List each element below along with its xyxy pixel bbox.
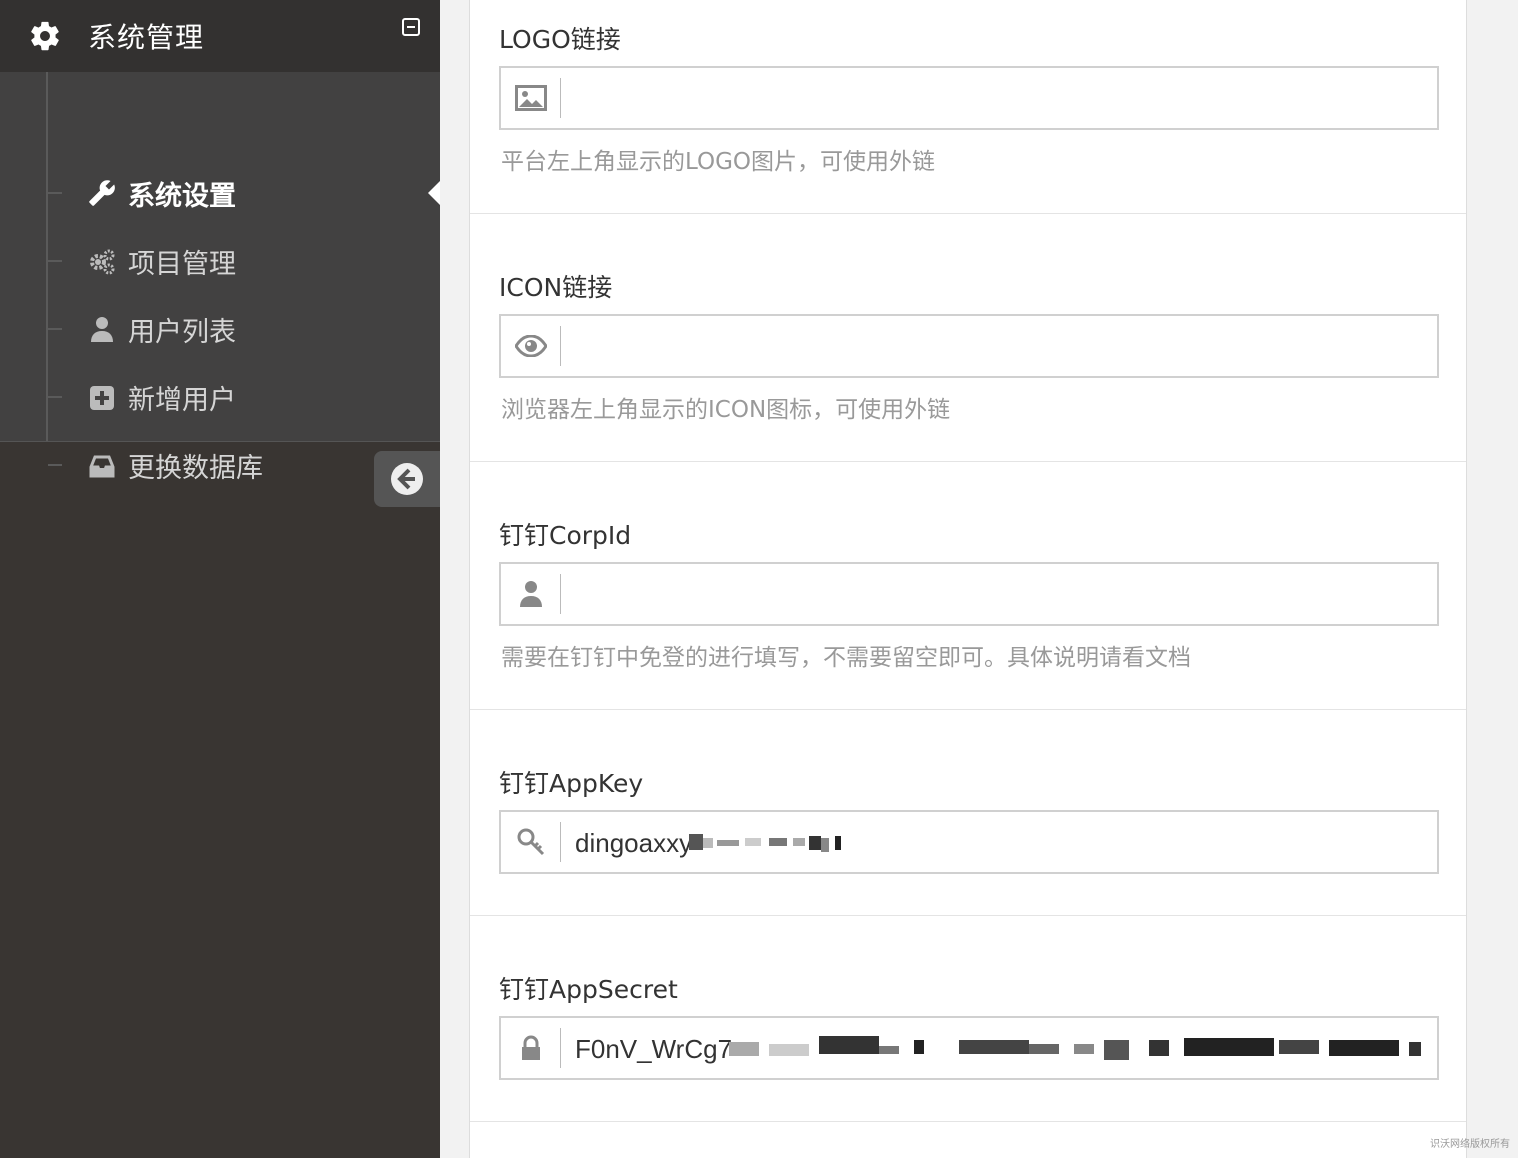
wrench-icon [89, 180, 115, 206]
logo-input-group[interactable] [499, 66, 1439, 130]
sidebar-header[interactable]: 系统管理 [0, 0, 440, 72]
sidebar-item-label: 用户列表 [128, 317, 236, 348]
sidebar-item-add-user[interactable]: 新增用户 [0, 363, 440, 431]
corpid-input-group[interactable] [499, 562, 1439, 626]
icon-input-group[interactable] [499, 314, 1439, 378]
sidebar-item-label: 项目管理 [128, 249, 236, 280]
corpid-label: 钉钉CorpId [499, 521, 632, 550]
key-icon [517, 828, 545, 856]
watermark: 识沃网络版权所有 [1430, 1139, 1510, 1150]
image-icon [515, 85, 547, 111]
sidebar: 系统管理 系统设置 项目管理 用户列表 新增用户 更换数据库 [0, 0, 440, 1158]
logo-label: LOGO链接 [499, 25, 621, 54]
logo-section: LOGO链接 平台左上角显示的LOGO图片，可使用外链 [470, 0, 1466, 214]
appsecret-input[interactable]: F0nV_WrCg7 [575, 1034, 732, 1065]
redacted-icon [689, 834, 841, 852]
collapse-sidebar-button[interactable] [374, 451, 440, 507]
collapse-icon[interactable] [402, 18, 420, 36]
appkey-input[interactable]: dingoaxxy [575, 828, 692, 859]
gear-icon [31, 21, 59, 51]
corpid-help-text: 需要在钉钉中免登的进行填写，不需要留空即可。具体说明请看文档 [501, 645, 1191, 671]
corpid-section: 钉钉CorpId 需要在钉钉中免登的进行填写，不需要留空即可。具体说明请看文档 [470, 462, 1466, 710]
sidebar-item-system-settings[interactable]: 系统设置 [0, 159, 440, 227]
icon-help-text: 浏览器左上角显示的ICON图标，可使用外链 [501, 397, 951, 423]
appkey-label: 钉钉AppKey [499, 769, 644, 798]
sidebar-item-user-list[interactable]: 用户列表 [0, 295, 440, 363]
settings-panel: LOGO链接 平台左上角显示的LOGO图片，可使用外链 ICON链接 浏览器左上… [469, 0, 1467, 1158]
icon-section: ICON链接 浏览器左上角显示的ICON图标，可使用外链 [470, 214, 1466, 462]
sidebar-item-label: 系统设置 [128, 181, 236, 212]
sidebar-item-label: 更换数据库 [128, 453, 263, 484]
gears-icon [90, 249, 115, 275]
appsecret-input-group[interactable]: F0nV_WrCg7 [499, 1016, 1439, 1080]
icon-label: ICON链接 [499, 273, 613, 302]
redacted-icon [729, 1036, 1421, 1060]
lock-icon [522, 1035, 540, 1060]
submenu: 系统设置 项目管理 用户列表 新增用户 更换数据库 [0, 72, 440, 484]
appkey-section: 钉钉AppKey dingoaxxy [470, 710, 1466, 916]
user-icon [520, 581, 542, 607]
arrow-circle-left-icon [391, 463, 423, 495]
appkey-input-group[interactable]: dingoaxxy [499, 810, 1439, 874]
appsecret-label: 钉钉AppSecret [499, 975, 678, 1004]
eye-icon [515, 335, 547, 357]
inbox-icon [89, 455, 115, 478]
sidebar-item-label: 新增用户 [128, 385, 236, 416]
logo-help-text: 平台左上角显示的LOGO图片，可使用外链 [501, 149, 936, 175]
user-icon [91, 317, 113, 342]
sidebar-item-project-management[interactable]: 项目管理 [0, 227, 440, 295]
appsecret-section: 钉钉AppSecret F0nV_WrCg7 [470, 916, 1466, 1122]
sidebar-header-title: 系统管理 [88, 21, 205, 54]
plus-square-icon [90, 386, 114, 410]
